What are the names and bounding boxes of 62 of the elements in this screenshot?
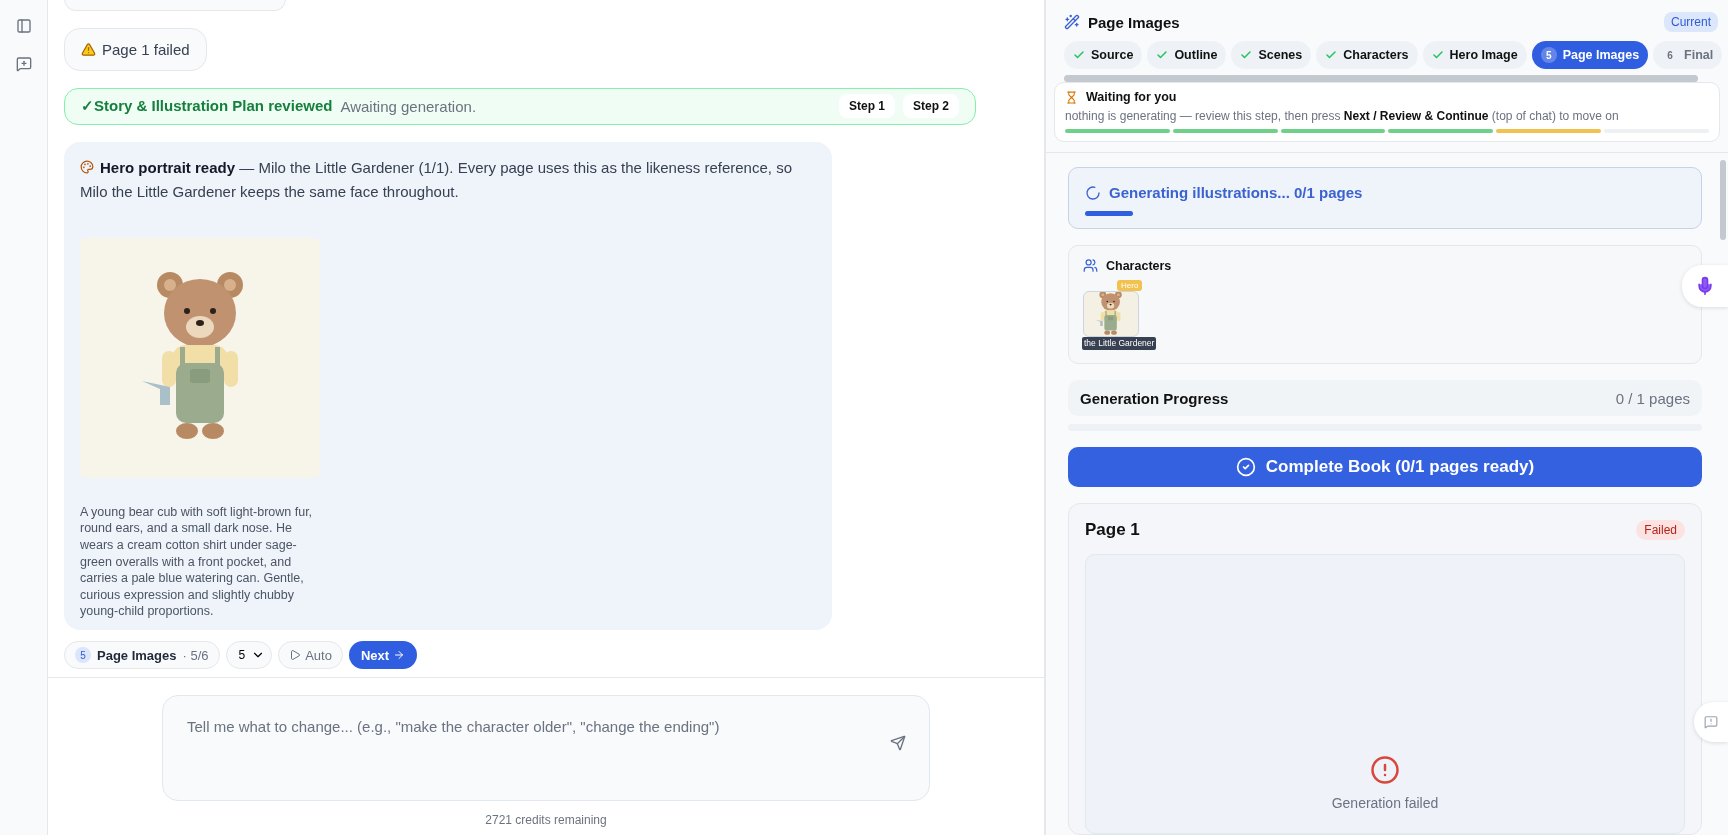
voice-button[interactable] xyxy=(1682,265,1728,307)
step-count: · 5/6 xyxy=(182,647,209,663)
scrollbar[interactable] xyxy=(1064,75,1698,82)
step-tab[interactable]: Outline xyxy=(1147,41,1227,69)
scrollbar[interactable] xyxy=(1720,160,1726,240)
step-chip[interactable]: Step 2 xyxy=(903,94,959,119)
check-circle-icon xyxy=(1235,456,1256,477)
waiting-message: nothing is generating — review this step, then press Next / Review & Continue (top of chat) to move on xyxy=(1065,109,1620,123)
send-icon[interactable] xyxy=(890,735,906,751)
progress-title: Generation Progress xyxy=(1080,389,1229,407)
hero-badge: Hero xyxy=(1117,280,1143,291)
status-badge: Failed xyxy=(1636,519,1685,540)
status-badge: Current xyxy=(1664,12,1718,32)
review-note: Awaiting generation. xyxy=(340,97,478,115)
feedback-icon xyxy=(1704,715,1718,729)
complete-book-button[interactable]: Complete Book (0/1 pages ready) xyxy=(1068,446,1702,487)
step-number: 5 xyxy=(75,647,91,663)
step-number: 5 xyxy=(1540,47,1557,63)
users-icon xyxy=(1083,258,1098,273)
step-tab[interactable]: 6 Final xyxy=(1653,41,1723,69)
magic-wand-icon xyxy=(1064,14,1080,30)
next-button[interactable]: Next xyxy=(348,641,418,669)
panel-title: Page Images xyxy=(1088,13,1181,31)
step-tab[interactable]: Source xyxy=(1064,41,1143,69)
check-icon xyxy=(1325,49,1338,61)
character-name: the Little Gardener xyxy=(1082,337,1157,350)
progress-count: 0 / 1 pages xyxy=(1615,389,1690,407)
waiting-title: Waiting for you xyxy=(1086,90,1177,104)
step-label: Page Images xyxy=(97,647,177,663)
auto-button[interactable]: Auto xyxy=(278,641,343,669)
arrow-right-icon xyxy=(393,649,406,661)
character-thumbnail[interactable] xyxy=(1083,291,1139,337)
play-icon xyxy=(289,649,302,661)
credits-text: 2721 credits remaining xyxy=(485,813,607,827)
step-tab[interactable]: Scenes xyxy=(1231,41,1312,69)
new-chat-icon[interactable] xyxy=(15,56,32,72)
page-title: Page 1 xyxy=(1085,519,1140,540)
palette-icon xyxy=(80,159,94,174)
spinner-icon xyxy=(1085,184,1101,201)
generating-text: Generating illustrations... 0/1 pages xyxy=(1109,184,1363,201)
hourglass-icon xyxy=(1065,90,1078,104)
alert-icon xyxy=(1370,754,1400,785)
warning-icon xyxy=(81,42,96,58)
message-text: Hero portrait ready — Milo the Little Gardener (1/1). Every page uses this as the likeness reference, so Milo the Little Gardener keeps the same face throughout. xyxy=(80,157,793,202)
step-chip[interactable]: Step 1 xyxy=(838,94,895,119)
check-icon xyxy=(1240,49,1253,61)
review-title: ✓Story & Illustration Plan reviewed xyxy=(81,97,333,116)
character-description: A young bear cub with soft light-brown fur, round ears, and a small dark nose. He wears a cream cotton shirt under sage-green overalls with a front pocket, and carries a pale blue watering can. Gentle, curious expression and slightly chubby young-child proportions. xyxy=(80,503,314,620)
step-number: 6 xyxy=(1666,48,1674,63)
step-tab[interactable]: Characters xyxy=(1316,41,1418,69)
characters-title: Characters xyxy=(1106,258,1172,273)
message-input[interactable]: Tell me what to change... (e.g., "make the character older", "change the ending") xyxy=(162,695,930,801)
check-icon xyxy=(1073,49,1085,61)
step-tab[interactable]: 5 Page Images xyxy=(1531,41,1649,69)
message-text: Page 1 failed xyxy=(102,41,190,59)
sidebar-toggle-icon[interactable] xyxy=(15,18,32,34)
check-icon xyxy=(1156,49,1169,61)
step-tab[interactable]: Hero Image xyxy=(1422,41,1527,69)
microphone-icon xyxy=(1695,276,1715,296)
step-select[interactable]: 5 xyxy=(225,641,273,669)
check-icon xyxy=(1431,49,1444,61)
error-text: Generation failed xyxy=(1331,794,1439,811)
